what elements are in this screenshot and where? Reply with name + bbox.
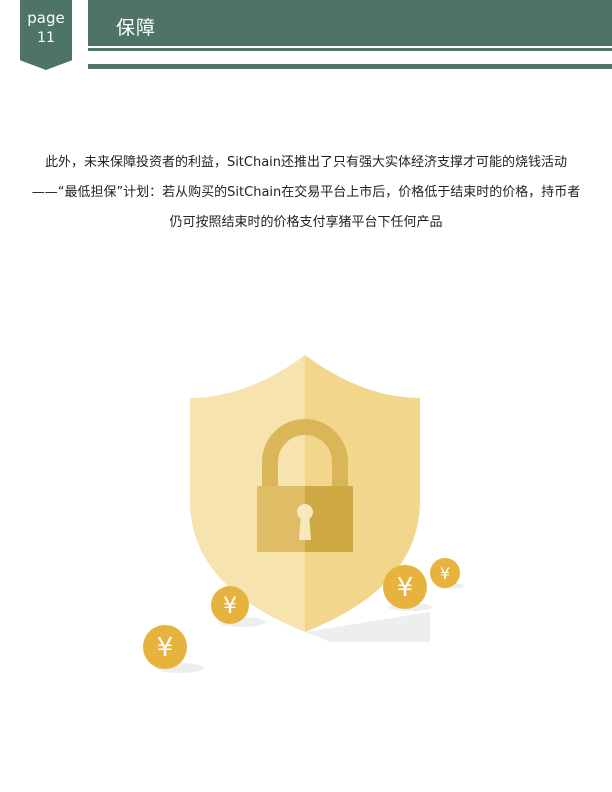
shield-lock-illustration: ¥ ¥ ¥ ¥ <box>143 355 464 673</box>
page-label: page <box>27 9 65 27</box>
coin-icon: ¥ <box>211 586 249 624</box>
svg-text:¥: ¥ <box>397 573 414 603</box>
lock-body-right <box>305 486 353 552</box>
lock-icon <box>257 486 305 552</box>
coin-icon: ¥ <box>430 558 460 588</box>
svg-text:¥: ¥ <box>440 564 450 583</box>
coin-icon: ¥ <box>383 565 427 609</box>
section-title: 保障 <box>116 17 157 39</box>
svg-text:¥: ¥ <box>223 594 237 619</box>
body-paragraph: 此外，未来保障投资者的利益，SitChain还推出了只有强大实体经济支撑才可能的… <box>31 155 581 230</box>
tab-gap <box>72 0 88 70</box>
svg-text:¥: ¥ <box>157 633 174 663</box>
header-bar <box>88 0 612 46</box>
page-number: 11 <box>37 30 55 46</box>
coin-icon: ¥ <box>143 625 187 669</box>
header-rule-thin <box>88 48 612 51</box>
header-rule-thick <box>88 64 612 69</box>
